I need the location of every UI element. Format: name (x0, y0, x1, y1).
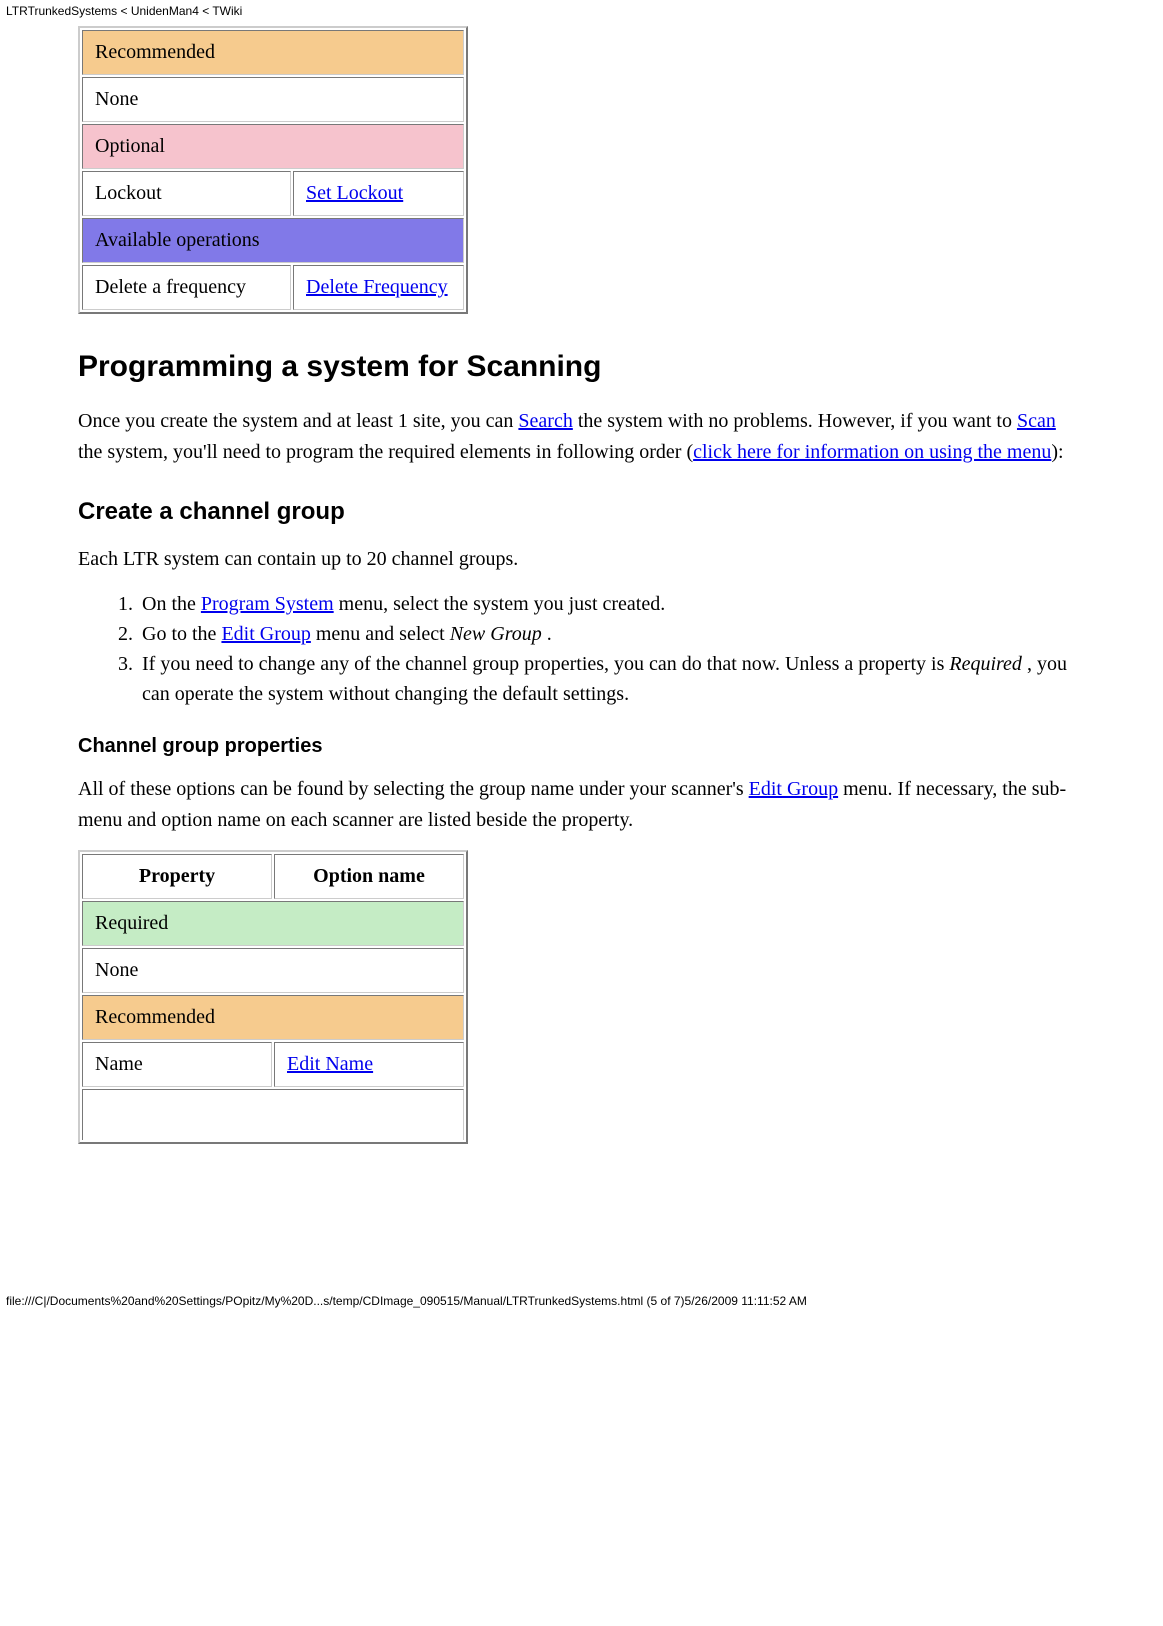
search-link[interactable]: Search (518, 410, 572, 432)
main-content: Recommended None Optional Lockout Set Lo… (0, 26, 1163, 1204)
row-required-none: None (82, 948, 464, 993)
text: If you need to change any of the channel… (142, 653, 949, 675)
edit-name-link[interactable]: Edit Name (287, 1053, 373, 1075)
section-header-recommended-2: Recommended (82, 995, 464, 1040)
section-header-required: Required (82, 901, 464, 946)
col-header-property: Property (82, 854, 272, 899)
text: the system with no problems. However, if… (573, 410, 1017, 432)
text: Once you create the system and at least … (78, 410, 518, 432)
text: the system, you'll need to program the r… (78, 441, 693, 463)
paragraph-intro: Once you create the system and at least … (78, 406, 1085, 468)
text: All of these options can be found by sel… (78, 778, 749, 800)
program-system-link[interactable]: Program System (201, 593, 334, 615)
steps-list: On the Program System menu, select the s… (78, 589, 1085, 709)
row-recommended-link-cell: Edit Name (274, 1042, 464, 1087)
text: . (542, 623, 552, 645)
edit-group-link[interactable]: Edit Group (221, 623, 310, 645)
row-available-label: Delete a frequency (82, 265, 291, 310)
set-lockout-link[interactable]: Set Lockout (306, 182, 403, 204)
col-header-option: Option name (274, 854, 464, 899)
properties-table-1: Recommended None Optional Lockout Set Lo… (78, 26, 468, 314)
scan-link[interactable]: Scan (1017, 410, 1056, 432)
text: menu, select the system you just created… (334, 593, 666, 615)
section-header-optional: Optional (82, 124, 464, 169)
heading-group-properties: Channel group properties (78, 735, 1085, 758)
properties-table-2: Property Option name Required None Recom… (78, 850, 468, 1144)
emphasis: Required (949, 653, 1022, 675)
section-header-available: Available operations (82, 218, 464, 263)
text: Go to the (142, 623, 221, 645)
delete-frequency-link[interactable]: Delete Frequency (306, 276, 448, 298)
row-optional-label: Lockout (82, 171, 291, 216)
menu-info-link[interactable]: click here for information on using the … (693, 441, 1051, 463)
row-optional-link-cell: Set Lockout (293, 171, 464, 216)
list-item: On the Program System menu, select the s… (138, 589, 1085, 619)
row-recommended-label: Name (82, 1042, 272, 1087)
row-recommended-none: None (82, 77, 464, 122)
edit-group-link-2[interactable]: Edit Group (749, 778, 838, 800)
text: menu and select (311, 623, 450, 645)
paragraph-group-props: All of these options can be found by sel… (78, 774, 1085, 836)
row-available-link-cell: Delete Frequency (293, 265, 464, 310)
list-item: Go to the Edit Group menu and select New… (138, 619, 1085, 649)
section-header-recommended: Recommended (82, 30, 464, 75)
list-item: If you need to change any of the channel… (138, 649, 1085, 709)
row-empty (82, 1089, 464, 1140)
text: ): (1051, 441, 1063, 463)
heading-create-group: Create a channel group (78, 498, 1085, 526)
page-footer-path: file:///C|/Documents%20and%20Settings/PO… (0, 1204, 1163, 1314)
text: On the (142, 593, 201, 615)
paragraph-group-intro: Each LTR system can contain up to 20 cha… (78, 544, 1085, 575)
emphasis: New Group (450, 623, 542, 645)
page-breadcrumb: LTRTrunkedSystems < UnidenMan4 < TWiki (0, 0, 1163, 22)
heading-programming: Programming a system for Scanning (78, 350, 1085, 384)
